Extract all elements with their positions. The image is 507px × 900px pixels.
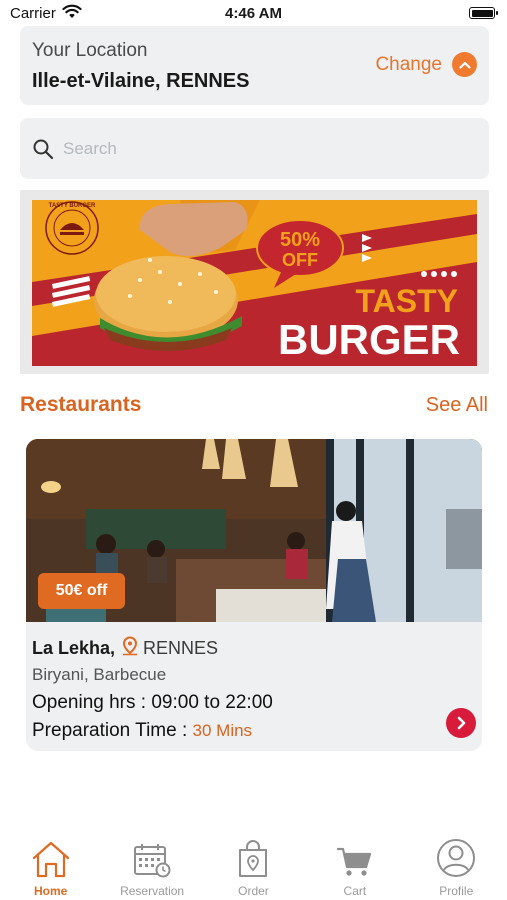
restaurant-name-row: La Lekha, RENNES — [32, 636, 218, 661]
cart-icon — [336, 838, 373, 878]
tab-label-reservation: Reservation — [120, 884, 185, 898]
tab-cart[interactable]: Cart — [304, 838, 405, 900]
tab-label-order: Order — [238, 884, 269, 898]
banner-headline-tasty: TASTY — [355, 283, 458, 319]
restaurant-cuisine: Biryani, Barbecue — [32, 665, 167, 684]
restaurant-hours: Opening hrs : 09:00 to 22:00 — [32, 692, 273, 713]
home-icon — [31, 838, 71, 878]
tab-order[interactable]: Order — [203, 838, 304, 900]
shopping-bag-icon — [237, 838, 269, 878]
open-restaurant-button[interactable] — [446, 708, 476, 738]
banner-offer-percent: 50% — [280, 229, 320, 251]
calendar-icon — [133, 838, 171, 878]
search-icon — [32, 138, 54, 160]
banner-logo-text: TASTY BURGER — [49, 203, 96, 209]
tab-label-home: Home — [34, 884, 68, 898]
search-input[interactable] — [63, 138, 463, 159]
banner-offer-off: OFF — [282, 250, 318, 270]
status-bar: Carrier 4:46 AM — [0, 0, 507, 26]
location-card: Your Location Ille-et-Vilaine, RENNES Ch… — [20, 26, 489, 105]
battery-icon — [469, 7, 498, 19]
chevron-right-icon — [457, 716, 466, 730]
status-time: 4:46 AM — [225, 5, 282, 22]
tab-label-cart: Cart — [343, 884, 367, 898]
change-label: Change — [375, 53, 442, 75]
tab-label-profile: Profile — [439, 884, 474, 898]
see-all-link[interactable]: See All — [426, 394, 488, 417]
banner-headline-burger: BURGER — [278, 316, 460, 363]
section-title: Restaurants — [20, 393, 142, 416]
search-bar[interactable] — [20, 118, 489, 179]
discount-badge: 50€ off — [38, 573, 125, 609]
tab-profile[interactable]: Profile — [406, 838, 507, 900]
restaurant-name: La Lekha, — [32, 638, 116, 658]
tab-home[interactable]: Home — [0, 838, 101, 900]
restaurant-card[interactable]: 50€ off La Lekha, RENNES Biryani, Barbec… — [26, 439, 482, 751]
chevron-up-icon — [452, 52, 477, 77]
location-label: Your Location — [32, 40, 148, 61]
banner-artwork: TASTY BURGER 50% OFF TASTY BURGER — [20, 190, 489, 374]
user-icon — [436, 838, 476, 878]
preparation-time-label: Preparation Time : — [32, 720, 188, 741]
preparation-time-value: 30 Mins — [192, 721, 253, 740]
location-value: Ille-et-Vilaine, RENNES — [32, 70, 250, 92]
tab-reservation[interactable]: Reservation — [101, 838, 202, 900]
promo-banner[interactable]: TASTY BURGER 50% OFF TASTY BURGER — [20, 190, 489, 374]
restaurant-city: RENNES — [143, 638, 219, 658]
location-pin-icon — [121, 636, 139, 661]
preparation-time: Preparation Time : 30 Mins — [32, 720, 252, 742]
change-location-button[interactable]: Change — [375, 52, 477, 77]
bottom-tab-bar: Home Reservation Order Cart Profile — [0, 838, 507, 900]
